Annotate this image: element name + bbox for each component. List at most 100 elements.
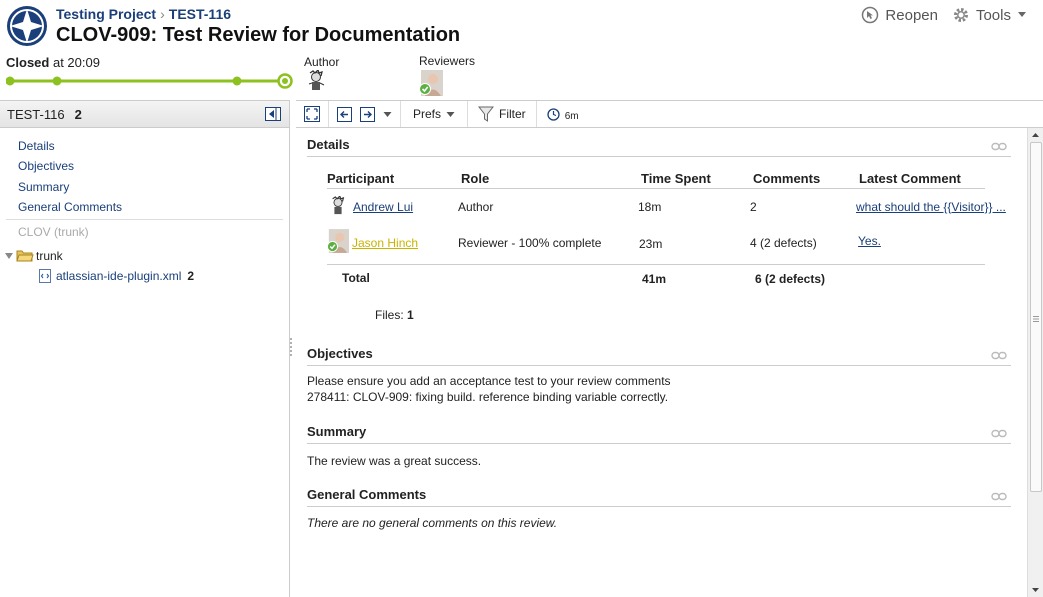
permalink-icon[interactable] — [991, 142, 1007, 151]
repository-label: CLOV (trunk) — [18, 225, 89, 240]
status-state: Closed — [6, 55, 50, 70]
general-comments-section-heading: General Comments — [307, 487, 1011, 507]
files-value: 1 — [407, 308, 414, 322]
column-header-role: Role — [461, 171, 490, 186]
permalink-icon[interactable] — [991, 429, 1007, 438]
expand-button[interactable] — [296, 101, 329, 127]
author-avatar-icon[interactable] — [306, 70, 326, 92]
status-time: at 20:09 — [52, 55, 100, 70]
scroll-down-arrow-icon[interactable] — [1028, 583, 1043, 597]
file-comment-count: 2 — [187, 269, 195, 284]
total-divider — [327, 264, 985, 265]
details-heading: Details — [307, 137, 350, 152]
participant-link[interactable]: Andrew Lui — [353, 200, 413, 214]
breadcrumb: Testing Project › TEST-116 — [56, 6, 231, 22]
expand-triangle-icon[interactable] — [4, 251, 14, 261]
column-header-latest-comment: Latest Comment — [859, 171, 961, 186]
nav-link-summary[interactable]: Summary — [18, 177, 289, 197]
participants-table-header: Participant Role Time Spent Comments Lat… — [327, 171, 985, 189]
summary-text: The review was a great success. — [307, 454, 482, 468]
files-count: Files: 1 — [375, 308, 414, 322]
tree-folder-label: trunk — [36, 249, 63, 264]
column-header-participant: Participant — [327, 171, 395, 186]
time-spent-button[interactable]: 6m — [537, 101, 625, 127]
breadcrumb-separator: › — [160, 6, 165, 22]
review-nav-links: Details Objectives Summary General Comme… — [0, 128, 289, 217]
folder-icon — [16, 250, 34, 262]
author-label: Author — [304, 55, 340, 69]
collapse-panel-icon[interactable] — [265, 107, 281, 121]
general-comments-text: There are no general comments on this re… — [307, 516, 558, 530]
expand-icon — [304, 106, 320, 122]
review-status: Closed at 20:09 — [6, 55, 100, 70]
scroll-up-arrow-icon[interactable] — [1028, 128, 1043, 142]
tree-folder-row[interactable]: trunk — [4, 246, 289, 266]
summary-section-heading: Summary — [307, 424, 1011, 444]
reopen-label: Reopen — [885, 6, 938, 24]
review-main-content: Details Participant Role Time Spent Comm… — [296, 128, 1027, 597]
reviewer-avatar-icon[interactable] — [419, 70, 443, 96]
details-section-heading: Details — [307, 137, 1011, 157]
latest-comment-link[interactable]: Yes. — [858, 234, 881, 248]
gear-icon — [953, 8, 968, 22]
participant-link[interactable]: Jason Hinch — [352, 236, 418, 250]
total-row: Total 41m 6 (2 defects) — [327, 271, 1017, 289]
nav-link-general-comments[interactable]: General Comments — [18, 197, 289, 217]
previous-icon[interactable] — [337, 106, 352, 122]
column-header-comments: Comments — [753, 171, 821, 186]
objectives-heading: Objectives — [307, 346, 373, 361]
author-avatar-icon — [332, 196, 345, 215]
column-header-time-spent: Time Spent — [641, 171, 711, 186]
reopen-icon — [862, 6, 879, 24]
nav-link-objectives[interactable]: Objectives — [18, 156, 289, 176]
file-link[interactable]: atlassian-ide-plugin.xml — [56, 269, 181, 283]
participant-role: Author — [458, 200, 494, 214]
review-navigation-panel: TEST-116 2 Details Objectives Summary Ge… — [0, 100, 290, 597]
total-comments: 6 (2 defects) — [755, 272, 826, 286]
nav-buttons-group — [329, 101, 401, 127]
table-row: Jason Hinch Reviewer - 100% complete 23m… — [327, 229, 1017, 257]
prefs-menu-button[interactable]: Prefs — [401, 101, 469, 127]
participant-comments: 4 (2 defects) — [750, 236, 817, 250]
review-header: Testing Project › TEST-116 CLOV-909: Test … — [0, 0, 1043, 100]
filter-label: Filter — [499, 107, 526, 121]
filter-icon — [478, 106, 495, 122]
reviewer-avatar-icon — [327, 229, 349, 253]
panel-splitter-handle[interactable] — [289, 336, 293, 358]
participant-comments: 2 — [750, 200, 757, 214]
crucible-logo-icon — [7, 6, 47, 46]
latest-comment-link[interactable]: what should the {{Visitor}} ... — [856, 200, 1006, 214]
xml-file-icon — [39, 269, 51, 284]
chevron-down-icon[interactable] — [383, 111, 392, 118]
left-panel-count: 2 — [74, 106, 82, 122]
next-icon[interactable] — [360, 106, 375, 122]
nav-link-details[interactable]: Details — [18, 136, 289, 156]
vertical-scrollbar[interactable] — [1027, 128, 1043, 597]
left-panel-title: TEST-116 — [7, 106, 65, 122]
left-panel-header: TEST-116 2 — [0, 100, 289, 128]
participant-role: Reviewer - 100% complete — [458, 236, 602, 250]
prefs-label: Prefs — [413, 107, 442, 121]
reviewers-label: Reviewers — [419, 54, 476, 68]
page-title: CLOV-909: Test Review for Documentation — [56, 24, 461, 46]
objectives-line-1: Please ensure you add an acceptance test… — [307, 374, 671, 388]
breadcrumb-project-link[interactable]: Testing Project — [56, 6, 156, 22]
scrollbar-thumb[interactable] — [1030, 142, 1042, 492]
breadcrumb-review-link[interactable]: TEST-116 — [169, 6, 231, 22]
general-comments-heading: General Comments — [307, 487, 427, 502]
permalink-icon[interactable] — [991, 351, 1007, 360]
clock-icon — [547, 107, 560, 121]
filter-button[interactable]: Filter — [468, 101, 537, 127]
table-row: Andrew Lui Author 18m 2 what should the … — [327, 196, 1017, 220]
time-spent-label: 6m — [564, 110, 579, 122]
reopen-button[interactable]: Reopen — [861, 6, 938, 24]
permalink-icon[interactable] — [991, 492, 1007, 501]
review-toolbar: Prefs Filter 6m — [296, 100, 1043, 128]
file-tree: trunk atlassian-ide-plugin.xml 2 — [0, 240, 289, 286]
total-label: Total — [342, 271, 370, 285]
chevron-down-icon — [446, 111, 455, 117]
tools-menu-button[interactable]: Tools — [952, 6, 1027, 24]
header-actions: Reopen Tools — [861, 6, 1027, 24]
participant-time: 23m — [639, 237, 663, 251]
tree-file-row[interactable]: atlassian-ide-plugin.xml 2 — [4, 266, 289, 286]
